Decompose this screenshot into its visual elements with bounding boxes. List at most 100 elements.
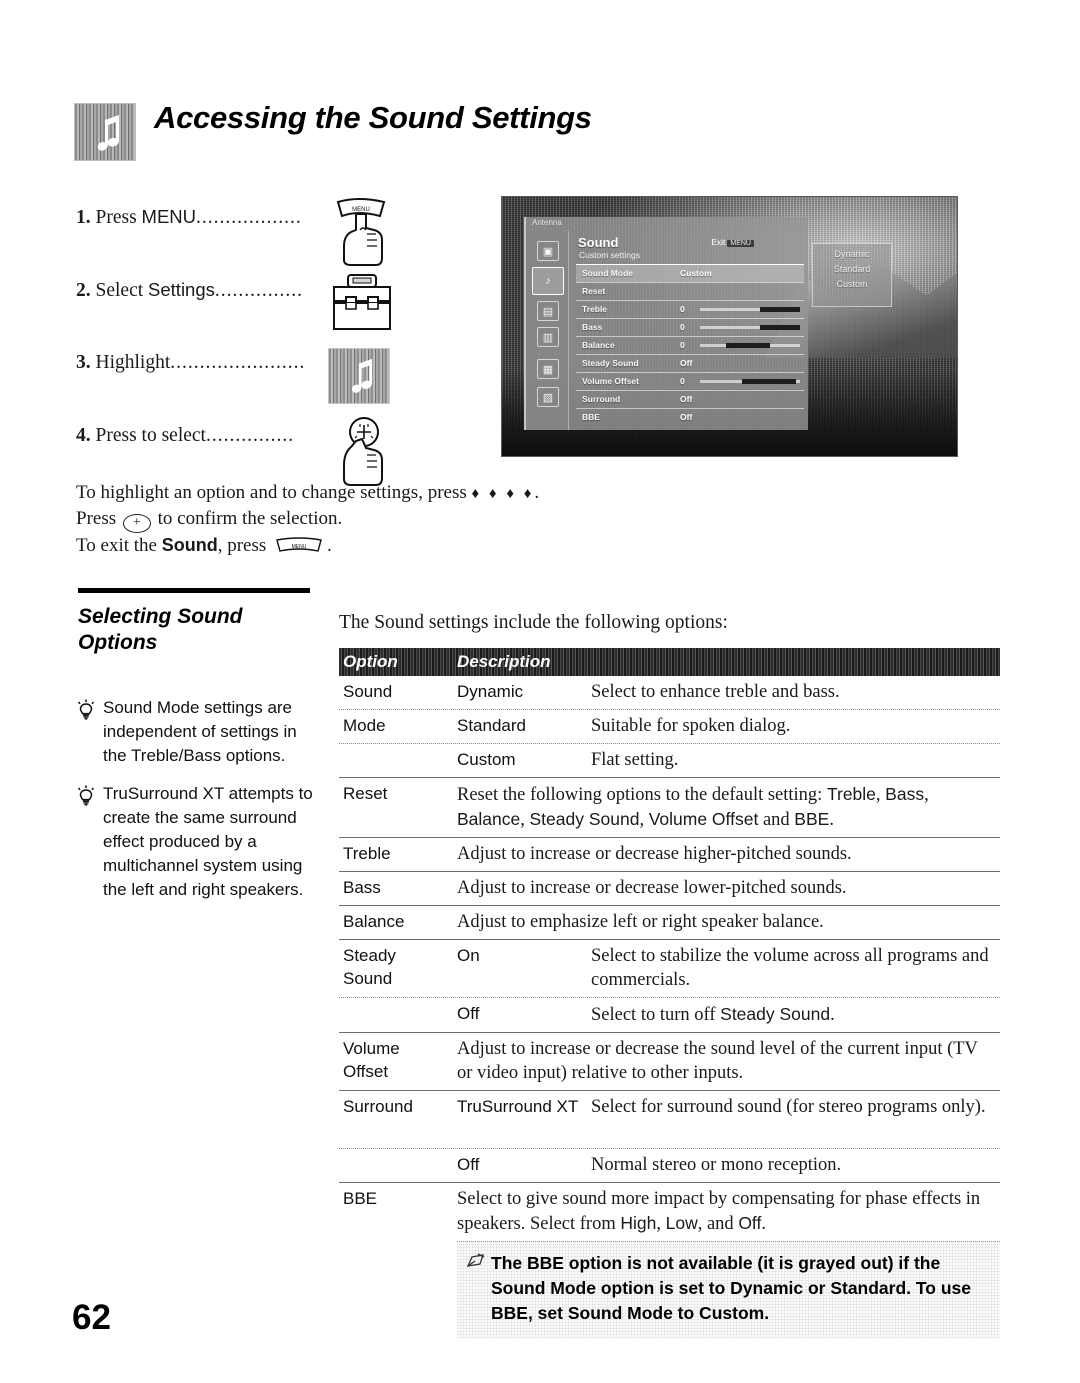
step-2: 2. Select Settings............... — [76, 273, 406, 346]
howto-line3-sound: Sound — [161, 534, 218, 555]
osd-row-treble[interactable]: Treble 0 — [576, 300, 804, 318]
osd-row-value: Off — [680, 412, 693, 422]
section-title-line2: Options — [78, 631, 158, 654]
table-cell-suboption: Dynamic — [457, 682, 524, 701]
step-3-text: 3. Highlight....................... — [76, 352, 305, 374]
page-title: Accessing the Sound Settings — [154, 100, 592, 135]
table-cell-option: BBE — [343, 1189, 378, 1208]
lightbulb-icon — [77, 699, 95, 720]
osd-rail-parental-lock-icon[interactable]: ▦ — [537, 359, 559, 379]
table-cell-description: Normal stereo or mono reception. — [591, 1155, 842, 1175]
osd-rail-setup-icon[interactable]: ▧ — [537, 387, 559, 407]
step-2-dots: ............... — [214, 280, 304, 301]
step-4-action: Press to select — [95, 425, 206, 446]
tip-1-text: Sound Mode settings are independent of s… — [103, 698, 297, 765]
howto-line2-prefix: Press — [76, 507, 121, 529]
select-button-icon: + — [122, 513, 151, 533]
bbe-note-text: The BBE option is not available (it is g… — [491, 1253, 971, 1323]
osd-row-label: Steady Sound — [582, 358, 639, 368]
osd-row-balance[interactable]: Balance 0 — [576, 336, 804, 354]
step-1: 1. Press MENU.................. MENU — [76, 198, 406, 273]
table-cell-description: Reset the following options to the defau… — [457, 784, 929, 830]
step-1-number: 1. — [76, 207, 91, 228]
step-1-label: MENU — [141, 206, 197, 227]
svg-text:MENU: MENU — [352, 207, 370, 213]
osd-row-label: Sound Mode — [582, 268, 633, 278]
osd-option-dynamic[interactable]: Dynamic — [813, 249, 891, 259]
tips-list: Sound Mode settings are independent of s… — [76, 696, 324, 916]
tip-1: Sound Mode settings are independent of s… — [76, 696, 324, 768]
section-title: Selecting Sound Options — [78, 604, 328, 656]
direction-arrows-icon: ♦ ♦ ♦ ♦ — [471, 486, 535, 502]
music-note-glyph — [97, 115, 119, 151]
table-cell-option: Mode — [343, 716, 386, 735]
osd-option-standard[interactable]: Standard — [813, 264, 891, 274]
osd-row-label: Balance — [582, 340, 615, 350]
osd-row-slider[interactable] — [700, 307, 800, 312]
howto-line1-text: To highlight an option and to change set… — [76, 482, 472, 503]
osd-row-value: Custom — [680, 268, 712, 278]
table-cell-option: Steady Sound — [343, 946, 396, 988]
hand-pressing-select-button-icon — [343, 417, 383, 486]
osd-option-custom[interactable]: Custom — [813, 279, 891, 289]
table-cell-suboption: Off — [457, 1004, 480, 1023]
osd-row-label: Surround — [582, 394, 621, 404]
table-cell-description: Select to turn off Steady Sound. — [591, 1004, 835, 1025]
osd-row-bass[interactable]: Bass 0 — [576, 318, 804, 336]
step-2-text: 2. Select Settings............... — [76, 279, 303, 302]
table-row: Surround TruSurround XT Select for surro… — [339, 1091, 1000, 1148]
table-cell-suboption: Custom — [457, 750, 516, 769]
osd-rail-picture-icon[interactable]: ▣ — [537, 241, 559, 261]
osd-row-volume-offset[interactable]: Volume Offset 0 — [576, 372, 804, 390]
osd-row-bbe[interactable]: BBE Off — [576, 408, 804, 426]
osd-row-label: Volume Offset — [582, 376, 639, 386]
osd-row-steady-sound[interactable]: Steady Sound Off — [576, 354, 804, 372]
osd-exit-hint: Exit MENU — [711, 237, 754, 247]
osd-row-slider[interactable] — [700, 325, 800, 330]
osd-row-sound-mode[interactable]: Sound Mode Custom — [576, 264, 804, 282]
table-cell-option: Balance — [343, 912, 405, 931]
table-header-description: Description — [457, 652, 551, 671]
osd-row-label: Reset — [582, 286, 606, 296]
table-row: Off Select to turn off Steady Sound. — [339, 997, 1000, 1033]
osd-row-value: 0 — [680, 340, 685, 350]
osd-main-panel: Sound Custom settings Exit MENU Sound Mod… — [574, 231, 806, 428]
howto-line1-period: . — [534, 482, 540, 503]
howto-line3-mid: , press — [217, 534, 272, 556]
table-cell-suboption: TruSurround XT — [457, 1097, 579, 1116]
osd-row-surround[interactable]: Surround Off — [576, 390, 804, 408]
osd-row-label: Bass — [582, 322, 603, 332]
music-note-icon — [74, 103, 136, 161]
section-rule — [78, 588, 310, 593]
table-cell-description: Adjust to emphasize left or right speake… — [457, 912, 824, 932]
osd-rail-channel-icon[interactable]: ▥ — [537, 327, 559, 347]
table-row: Sound Dynamic Select to enhance treble a… — [339, 676, 1000, 709]
osd-row-slider[interactable] — [700, 343, 800, 348]
table-row: Reset Reset the following options to the… — [339, 778, 1000, 838]
hand-pressing-menu-button-icon: MENU — [336, 198, 386, 266]
step-2-number: 2. — [76, 280, 91, 301]
table-cell-suboption: Standard — [457, 716, 526, 735]
osd-row-value: 0 — [680, 376, 685, 386]
tv-osd-menu: Antenna ▣ ♪ ▤ ▥ ▦ ▧ Sound Custom setting… — [524, 217, 808, 430]
osd-rail-sound-icon[interactable]: ♪ — [532, 267, 564, 295]
table-cell-option: Surround — [343, 1097, 413, 1116]
table-row: Custom Flat setting. — [339, 744, 1000, 778]
osd-row-reset[interactable]: Reset — [576, 282, 804, 300]
osd-menu-title: Sound — [578, 235, 619, 250]
table-row: Mode Standard Suitable for spoken dialog… — [339, 709, 1000, 744]
step-3-number: 3. — [76, 352, 91, 373]
table-cell-description: Adjust to increase or decrease lower-pit… — [457, 878, 847, 898]
osd-rows: Sound Mode Custom Reset Treble 0 Bass 0 … — [576, 264, 804, 426]
bbe-note-box: The BBE option is not available (it is g… — [457, 1241, 1000, 1338]
tip-2-text: TruSurround XT attempts to create the sa… — [103, 784, 313, 899]
manual-page: Accessing the Sound Settings 1. Press ME… — [0, 0, 1080, 1383]
table-cell-suboption: On — [457, 946, 480, 965]
osd-row-value: 0 — [680, 304, 685, 314]
osd-icon-rail: ▣ ♪ ▤ ▥ ▦ ▧ — [526, 231, 569, 430]
osd-menu-subtitle: Custom settings — [579, 250, 640, 260]
osd-rail-screen-icon[interactable]: ▤ — [537, 301, 559, 321]
note-pencil-icon — [466, 1253, 485, 1267]
osd-row-slider[interactable] — [700, 379, 800, 384]
page-number: 62 — [72, 1298, 111, 1337]
